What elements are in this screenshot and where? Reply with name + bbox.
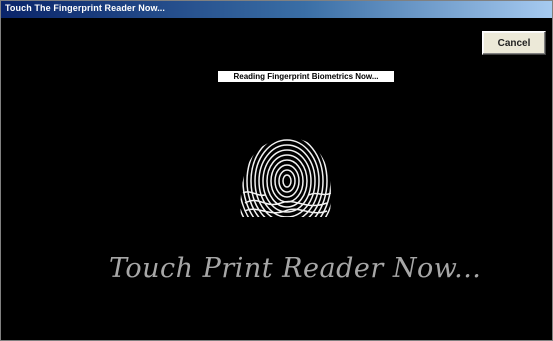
status-label: Reading Fingerprint Biometrics Now...: [218, 71, 394, 82]
fingerprint-dialog: Touch The Fingerprint Reader Now... Canc…: [0, 0, 553, 341]
dialog-client-area: Cancel Reading Fingerprint Biometrics No…: [9, 21, 548, 338]
window-title: Touch The Fingerprint Reader Now...: [5, 3, 166, 13]
fingerprint-icon: [240, 138, 331, 217]
title-bar[interactable]: Touch The Fingerprint Reader Now...: [1, 1, 552, 18]
cancel-button[interactable]: Cancel: [482, 31, 546, 55]
touch-prompt: Touch Print Reader Now...: [109, 253, 482, 284]
